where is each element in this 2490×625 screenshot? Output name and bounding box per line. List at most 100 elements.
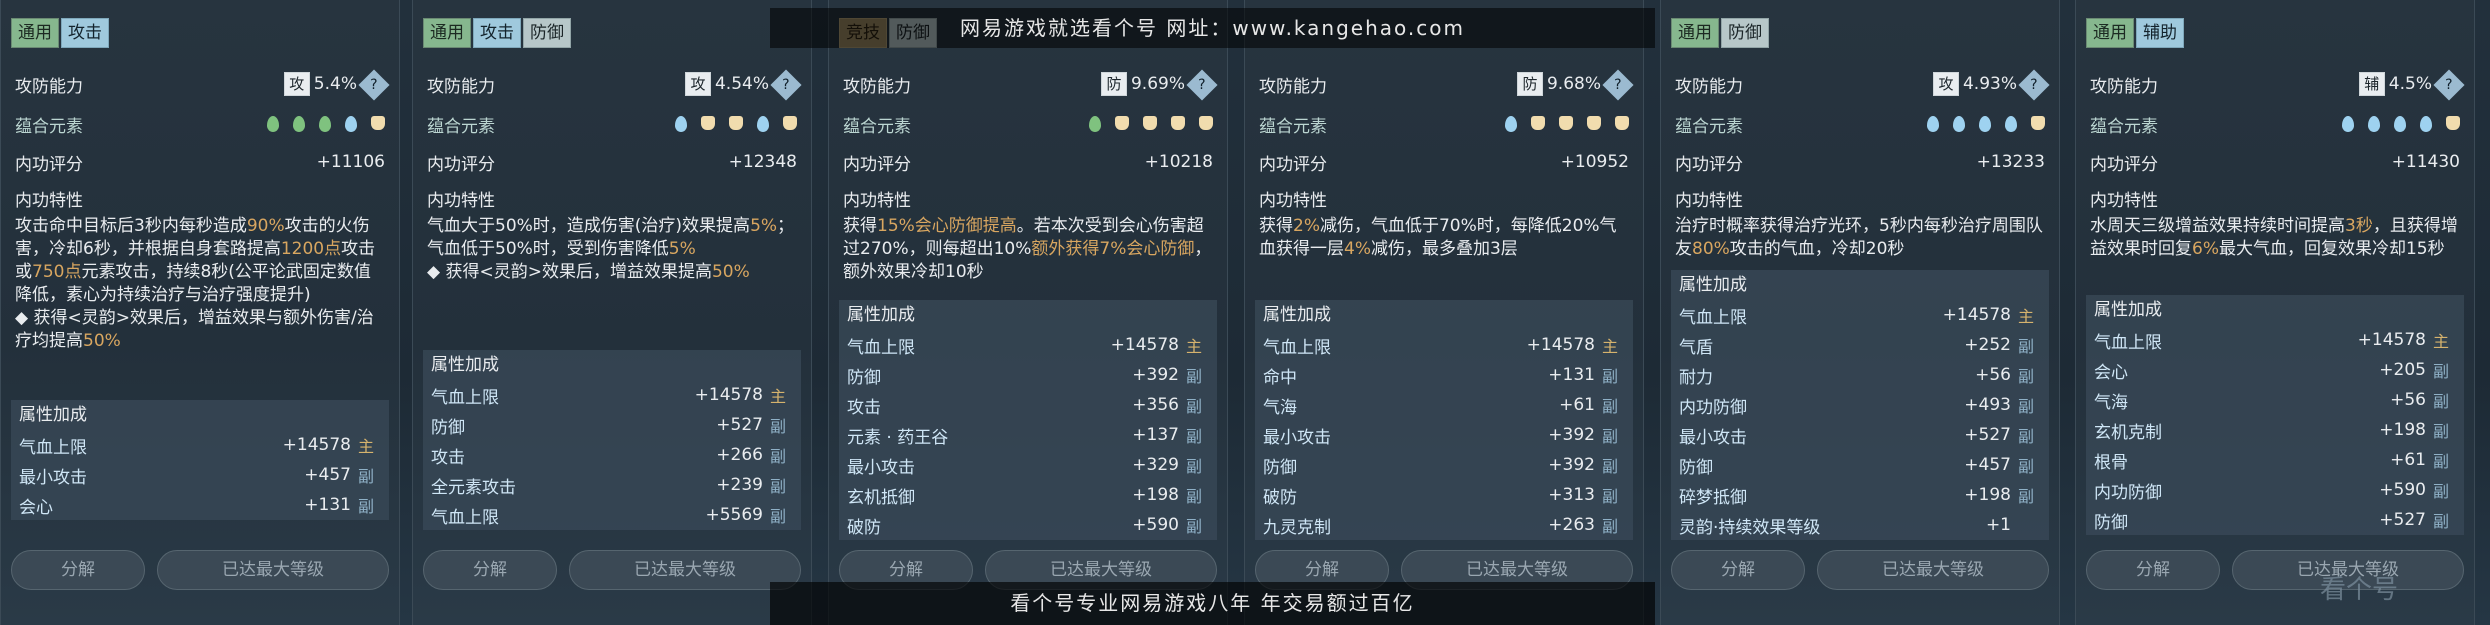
drop-gem-icon: [1927, 116, 1939, 132]
trait-label: 内功特性: [427, 190, 495, 211]
leaf-gem-icon: [267, 116, 279, 132]
attribute-value: +266: [716, 445, 763, 465]
max-level-button[interactable]: 已达最大等级: [569, 550, 801, 590]
ability-label: 攻防能力: [427, 76, 495, 97]
trait-row: 内功特性: [2090, 182, 2460, 214]
attribute-row: 最小攻击 +329 副: [839, 450, 1217, 480]
attribute-box: 属性加成 气血上限 +14578 主气盾 +252 副耐力 +56 副内功防御 +493 副最小攻…: [1671, 270, 2049, 540]
attribute-name: 防御: [847, 367, 881, 388]
attribute-value: +56: [1975, 365, 2011, 385]
attribute-name: 九灵克制: [1263, 517, 1331, 538]
attribute-row: 九灵克制 +263 副: [1255, 510, 1633, 540]
attribute-value: +1: [1985, 515, 2011, 535]
help-icon[interactable]: ?: [1602, 69, 1634, 101]
help-icon[interactable]: ?: [770, 69, 802, 101]
action-buttons: 分解 已达最大等级: [423, 550, 801, 590]
attribute-row: 会心 +131 副: [11, 490, 389, 520]
ability-value: 辅 4.5%?: [2358, 69, 2465, 101]
sub-attr-icon: 副: [1601, 457, 1618, 476]
attribute-name: 根骨: [2094, 452, 2128, 473]
desc-text: 气血大于50%时，造成伤害(治疗)效果提高: [427, 216, 751, 236]
decompose-button[interactable]: 分解: [423, 550, 557, 590]
attribute-row: 防御 +392 副: [1255, 450, 1633, 480]
bell-gem-icon: [1559, 116, 1573, 130]
attribute-row: 气血上限 +14578 主: [423, 380, 801, 410]
attribute-value: +392: [1548, 425, 1595, 445]
attribute-value: +137: [1132, 425, 1179, 445]
attribute-row: 根骨 +61 副: [2086, 445, 2464, 475]
tag-list: 通用 防御: [1671, 18, 1769, 48]
help-icon[interactable]: ?: [358, 69, 390, 101]
attribute-row: 气海 +56 副: [2086, 385, 2464, 415]
attribute-row: 玄机克制 +198 副: [2086, 415, 2464, 445]
decompose-button[interactable]: 分解: [1671, 550, 1805, 590]
decompose-button[interactable]: 分解: [2086, 550, 2220, 590]
sub-attr-icon: 副: [2017, 457, 2034, 476]
attribute-row: 内功防御 +493 副: [1671, 390, 2049, 420]
attribute-name: 命中: [1263, 367, 1297, 388]
drop-gem-icon: [1953, 116, 1965, 132]
help-icon[interactable]: ?: [2433, 69, 2465, 101]
trait-row: 内功特性: [843, 182, 1213, 214]
sub-attr-icon: 副: [1185, 427, 1202, 446]
attribute-value: +131: [1548, 365, 1595, 385]
attribute-name: 气盾: [1679, 337, 1713, 358]
attribute-row: 防御 +392 副: [839, 360, 1217, 390]
trait-label: 内功特性: [843, 190, 911, 211]
sub-attr-icon: 副: [769, 507, 786, 526]
trait-row: 内功特性: [427, 182, 797, 214]
inner-skill-panel: 攻防能力 防 9.68%? 蕴合元素 内功评分 +10952 内功特性 获得2%减伤，气血低于…: [1244, 0, 1644, 625]
decompose-button[interactable]: 分解: [11, 550, 145, 590]
sub-attr-icon: 副: [1185, 517, 1202, 536]
inner-skill-panel: 通用 辅助 攻防能力 辅 4.5%? 蕴合元素 内功评分 +11430 内功特性 水周天三级增益效…: [2075, 0, 2475, 625]
highlight-text: 50%: [711, 262, 750, 282]
highlight-text: 15%会心防御提高: [877, 216, 1017, 236]
action-buttons: 分解 已达最大等级: [11, 550, 389, 590]
max-level-button[interactable]: 已达最大等级: [1817, 550, 2049, 590]
attribute-row: 气盾 +252 副: [1671, 330, 2049, 360]
bell-gem-icon: [1587, 116, 1601, 130]
tag-list: 通用 辅助: [2086, 18, 2184, 48]
highlight-text: 2%: [1293, 216, 1320, 236]
main-attr-icon: 主: [769, 387, 786, 406]
score-row: 内功评分 +11430: [2090, 146, 2460, 178]
desc-text: 减伤，最多叠加3层: [1370, 239, 1518, 259]
attribute-row: 耐力 +56 副: [1671, 360, 2049, 390]
attribute-name: 气血上限: [1263, 337, 1331, 358]
help-icon[interactable]: ?: [1186, 69, 1218, 101]
highlight-text: 5%: [668, 239, 696, 259]
attribute-name: 气海: [1263, 397, 1297, 418]
trait-label: 内功特性: [1675, 190, 1743, 211]
attribute-value: +392: [1548, 455, 1595, 475]
attribute-name: 内功防御: [1679, 397, 1747, 418]
attribute-name: 最小攻击: [1679, 427, 1747, 448]
attribute-name: 破防: [1263, 487, 1297, 508]
bell-gem-icon: [729, 116, 743, 130]
sub-attr-icon: 副: [2432, 512, 2449, 531]
tag-list: 通用 攻击 防御: [423, 18, 571, 48]
desc-text: 攻击的气血，冷却20秒: [1729, 239, 1905, 259]
ability-percent: 4.5%: [2388, 74, 2432, 94]
ability-row: 攻防能力 攻 5.4%?: [15, 68, 390, 101]
bell-gem-icon: [1531, 116, 1545, 130]
attribute-row: 内功防御 +590 副: [2086, 475, 2464, 505]
help-icon[interactable]: ?: [2018, 69, 2050, 101]
score-label: 内功评分: [843, 154, 911, 175]
elements-row: 蕴合元素: [2090, 108, 2460, 140]
max-level-button[interactable]: 已达最大等级: [157, 550, 389, 590]
category-tag: 攻击: [61, 18, 109, 48]
ability-value: 攻 4.54%?: [684, 69, 802, 101]
attribute-name: 内功防御: [2094, 482, 2162, 503]
elements-row: 蕴合元素: [15, 108, 385, 140]
desc-text: 最大气血，回复效果冷却15秒: [2218, 239, 2445, 259]
ability-percent: 9.69%: [1130, 74, 1185, 94]
drop-gem-icon: [2394, 116, 2406, 132]
ability-row: 攻防能力 攻 4.54%?: [427, 68, 802, 101]
watermark-top: 网易游戏就选看个号 网址：www.kangehao.com: [770, 8, 1655, 48]
sub-attr-icon: 副: [769, 477, 786, 496]
attribute-value: +263: [1548, 515, 1595, 535]
ability-row: 攻防能力 攻 4.93%?: [1675, 68, 2050, 101]
elements-row: 蕴合元素: [843, 108, 1213, 140]
sub-attr-icon: 副: [2432, 422, 2449, 441]
main-attr-icon: 主: [2017, 307, 2034, 326]
